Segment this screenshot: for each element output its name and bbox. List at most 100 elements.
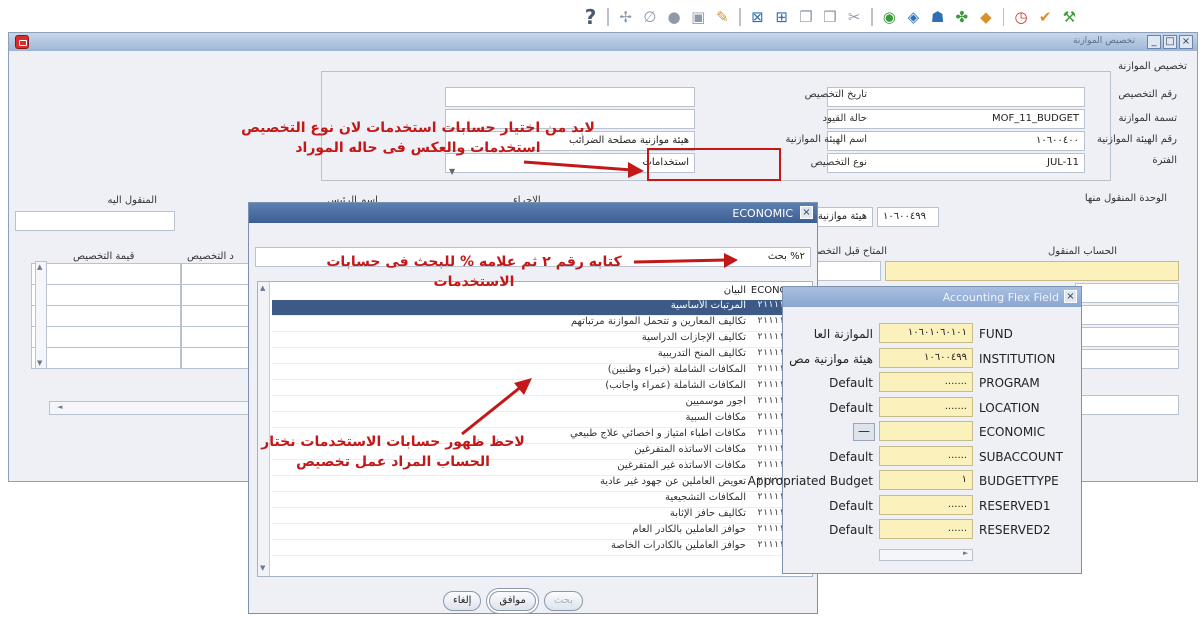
- list-item[interactable]: المرتبات الأساسية٢١١١١٠١٠١: [272, 300, 812, 316]
- grid-row-field[interactable]: [1075, 327, 1179, 347]
- flex-row-desc: Default: [829, 523, 873, 537]
- flex-dialog-titlebar: Accounting Flex Field ×: [783, 287, 1081, 307]
- paperclip-icon[interactable]: ∅: [639, 6, 660, 28]
- scroll-left-icon[interactable]: ◄: [57, 403, 62, 411]
- list-scrollbar[interactable]: ▲ ▼: [258, 282, 270, 576]
- folder-open-icon[interactable]: ◆: [975, 6, 996, 28]
- from-unit-label: الوحدة المنقول منها: [1084, 193, 1167, 204]
- edit-icon[interactable]: ✎: [712, 6, 733, 28]
- flex-row-label: BUDGETTYPE: [979, 474, 1059, 488]
- list-item[interactable]: تكاليف المنح التدريبية٢١١١١٠١٠٤: [272, 348, 812, 364]
- flex-row: Default....... PROGRAM: [783, 372, 1081, 394]
- folder-icon[interactable]: ▣: [688, 6, 709, 28]
- find-icon[interactable]: ⊠: [747, 6, 768, 28]
- list-item[interactable]: أجور موسميين٢١١١١٠٢٠٣: [272, 396, 812, 412]
- toolbar: ? ✢ ∅ ● ▣ ✎ ⊠ ⊞ ❐ ❒ ✂ ◉ ◈ ☗ ✤ ◆ ◷ ✔ ⚒: [580, 4, 1080, 30]
- flex-row-value-field[interactable]: .......: [879, 372, 973, 392]
- dropdown-arrow-icon[interactable]: ▼: [449, 167, 455, 176]
- to-unit-field[interactable]: [15, 211, 175, 231]
- list-scroll-up-icon[interactable]: ▲: [260, 284, 265, 292]
- grid-row-field[interactable]: [1075, 349, 1179, 369]
- flex-row-value-field[interactable]: ١: [879, 470, 973, 490]
- allocation-date-field[interactable]: [445, 87, 695, 107]
- dialog-close-button[interactable]: ×: [800, 206, 813, 219]
- scroll-down-icon[interactable]: ▼: [37, 359, 42, 367]
- grid-left-col-2[interactable]: [181, 263, 251, 369]
- list-item[interactable]: حوافز العاملين بالكادرات الخاصة٢١١١١٠٣٠٥: [272, 540, 812, 556]
- maximize-button[interactable]: □: [1163, 35, 1177, 49]
- flex-row-label: SUBACCOUNT: [979, 449, 1063, 464]
- budget-entity-no-label: رقم الهيئة الموازنية: [1097, 134, 1177, 145]
- flex-row-value-field[interactable]: ١٠٦٠٠٤٩٩: [879, 347, 973, 368]
- flex-dialog-close-button[interactable]: ×: [1064, 290, 1077, 303]
- flex-row-value-field[interactable]: ......: [879, 494, 973, 515]
- attachment-icon[interactable]: ✤: [951, 6, 972, 28]
- grid-row-field[interactable]: [1075, 283, 1179, 303]
- annotation-search: كتابه رقم ٢ ثم علامه % للبحث فى حسابات ا…: [326, 254, 622, 290]
- flex-hscrollbar[interactable]: [879, 549, 973, 561]
- scroll-up-icon[interactable]: ▲: [37, 263, 42, 271]
- period-label: الفترة: [1152, 155, 1177, 166]
- list-item-desc: حوافز العاملين بالكادرات الخاصة: [610, 540, 746, 551]
- from-unit-code-field[interactable]: ١٠٦٠٠٤٩٩: [877, 207, 939, 227]
- list-item-desc: حوافز العاملين بالكادر العام: [632, 524, 746, 535]
- find-button[interactable]: بحث: [543, 591, 583, 611]
- list-item[interactable]: تكاليف حافز الإثابة٢١١١١٠٣٠٣: [272, 508, 812, 524]
- from-account-field[interactable]: [885, 261, 1179, 281]
- list-item[interactable]: المكافآت التشجيعية٢١١١١٠٣٠٢: [272, 492, 812, 508]
- close-button[interactable]: ×: [1179, 35, 1193, 49]
- paste-icon[interactable]: ❒: [819, 6, 840, 28]
- cancel-button[interactable]: إلغاء: [443, 591, 482, 611]
- flex-row-value-field[interactable]: ......: [879, 519, 973, 539]
- allocation-col-header: د التخصيص: [187, 251, 234, 262]
- ok-button[interactable]: موافق: [489, 591, 536, 611]
- list-item[interactable]: مكافآت السبية٢١١١١٠٢٠٤: [272, 412, 812, 428]
- help-icon[interactable]: ?: [580, 6, 601, 28]
- list-item[interactable]: تكاليف المعارين و تتحمل الموازنة مرتباته…: [272, 316, 812, 332]
- grid-line: [31, 305, 251, 306]
- list-scroll-down-icon[interactable]: ▼: [260, 564, 265, 572]
- list-item[interactable]: حوافز العاملين بالكادر العام٢١١١١٠٣٠٤: [272, 524, 812, 540]
- people-icon[interactable]: ☗: [927, 6, 948, 28]
- grid-hscrollbar[interactable]: [49, 401, 257, 415]
- translate-icon[interactable]: ◈: [903, 6, 924, 28]
- flex-row-value-field[interactable]: [879, 421, 973, 441]
- form-close-icon[interactable]: [15, 35, 29, 49]
- tool-gray-icon[interactable]: ✢: [615, 6, 636, 28]
- annotation-list: لاحظ ظهور حسابات الاستخدمات نختار الحساب…: [261, 434, 525, 470]
- grid-row-field[interactable]: [1075, 305, 1179, 325]
- check-icon[interactable]: ✔: [1035, 6, 1056, 28]
- flex-scroll-right-icon[interactable]: ►: [963, 549, 968, 557]
- flex-row-value-field[interactable]: ١٠٦٠١٠٦٠١٠١: [879, 323, 973, 343]
- flex-row-label: PROGRAM: [979, 376, 1040, 390]
- globe-icon[interactable]: ●: [663, 6, 684, 28]
- list-item[interactable]: المكافآت الشاملة (خبراء وطنيين)٢١١١١٠٢٠١: [272, 364, 812, 380]
- flex-row-value-field[interactable]: ......: [879, 445, 973, 466]
- economic-edit-button[interactable]: —: [853, 423, 875, 441]
- flex-row-value-field[interactable]: .......: [879, 396, 973, 417]
- allocation-type-highlight: [647, 148, 781, 181]
- economic-dialog-titlebar: ECONOMIC ×: [249, 203, 817, 223]
- copy-icon[interactable]: ❐: [795, 6, 816, 28]
- search-value: ٢%: [790, 251, 805, 262]
- list-item[interactable]: تكاليف الإجازات الدراسية٢١١١١٠١٠٣: [272, 332, 812, 348]
- grid-line: [31, 347, 251, 348]
- to-unit-label: المنقول اليه: [107, 195, 158, 206]
- tools-icon[interactable]: ⚒: [1059, 6, 1080, 28]
- list-item-desc: تعويض العاملين عن جهود غير عادية: [599, 476, 746, 487]
- list-item[interactable]: المكافآت الشاملة (عمراء وأجانب)٢١١١١٠٢٠٢: [272, 380, 812, 396]
- list-item[interactable]: تعويض العاملين عن جهود غير عادية٢١١١١٠٣٠…: [272, 476, 812, 492]
- flex-row: الموازنة العا ١٠٦٠١٠٦٠١٠١ FUND: [783, 323, 1081, 345]
- flex-row-label: LOCATION: [979, 400, 1040, 415]
- zoom-icon[interactable]: ◉: [879, 6, 900, 28]
- grid-left-col[interactable]: [31, 263, 181, 369]
- grid-total-field[interactable]: [1075, 395, 1179, 415]
- grid-line: [31, 326, 251, 327]
- minimize-button[interactable]: _: [1147, 35, 1161, 49]
- export-icon[interactable]: ⊞: [771, 6, 792, 28]
- cut-icon[interactable]: ✂: [844, 6, 865, 28]
- entries-status-label: حالة القيود: [822, 113, 867, 124]
- clock-icon[interactable]: ◷: [1010, 6, 1031, 28]
- flex-row-desc: Default: [829, 376, 873, 390]
- grid-scrollbar[interactable]: [35, 261, 47, 369]
